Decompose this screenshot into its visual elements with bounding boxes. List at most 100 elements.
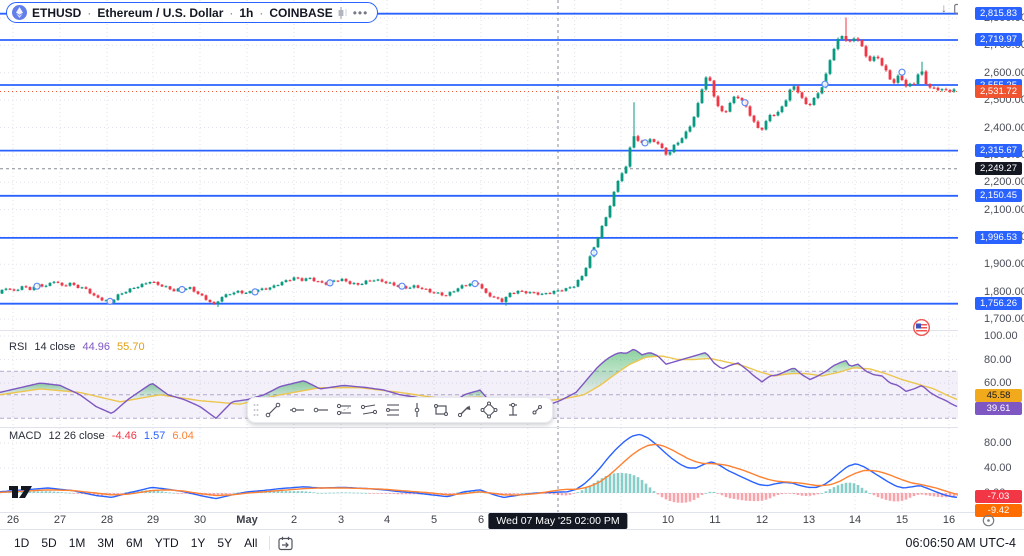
rsi-value: 44.96: [82, 341, 110, 353]
symbol-legend[interactable]: ETHUSD · Ethereum / U.S. Dollar · 1h · C…: [6, 2, 378, 23]
chart-window: ETHUSD · Ethereum / U.S. Dollar · 1h · C…: [0, 0, 1024, 556]
trend-line-icon: [264, 401, 282, 419]
price-level-chip: 1,996.53: [975, 231, 1022, 244]
tool-rotated-rectangle[interactable]: [477, 398, 501, 422]
drawing-toolbar[interactable]: [247, 397, 553, 423]
pane-divider[interactable]: [0, 330, 1024, 331]
rsi-grid-label: 80.00: [984, 354, 1012, 366]
bottom-toolbar: 1D 5D 1M 3M 6M YTD 1Y 5Y All 06:06:50 AM…: [0, 529, 1024, 556]
scroll-down-icon[interactable]: ↓: [941, 1, 947, 15]
tool-disjoint-channel[interactable]: [357, 398, 381, 422]
range-6m[interactable]: 6M: [120, 534, 149, 552]
range-1d[interactable]: 1D: [8, 534, 35, 552]
price-axis[interactable]: 2,800.002,700.002,600.002,500.002,400.00…: [958, 0, 1024, 512]
time-axis-label: 4: [384, 514, 390, 526]
rsi-ma-chip: 45.58: [975, 389, 1022, 402]
tool-parallel-channel[interactable]: [333, 398, 357, 422]
time-axis-label: 6: [478, 514, 484, 526]
parallel-channel-icon: [336, 401, 354, 419]
macd-params: 12 26 close: [48, 430, 104, 442]
time-axis-label: 2: [291, 514, 297, 526]
more-options-button[interactable]: •••: [353, 6, 369, 20]
price-level-chip: 1,756.26: [975, 297, 1022, 310]
macd-indicator-header[interactable]: MACD 12 26 close -4.46 1.57 6.04: [9, 430, 198, 442]
time-axis-label: 14: [849, 514, 861, 526]
tool-trend-line[interactable]: [261, 398, 285, 422]
time-axis-label: 16: [943, 514, 955, 526]
pane-divider[interactable]: [0, 427, 1024, 428]
range-1y[interactable]: 1Y: [185, 534, 212, 552]
time-axis-label: 12: [756, 514, 768, 526]
time-axis[interactable]: Wed 07 May '25 02:00 PM 2627282930May234…: [0, 513, 1024, 529]
macd-value: 1.57: [144, 430, 165, 442]
long-position-icon: [504, 401, 522, 419]
clock-utc[interactable]: 06:06:50 AM UTC-4: [906, 536, 1016, 550]
macd-signal-value: 6.04: [172, 430, 193, 442]
tool-horizontal-line[interactable]: [285, 398, 309, 422]
macd-hist-value: -4.46: [112, 430, 137, 442]
flat-top-bottom-icon: [384, 401, 402, 419]
rsi-params: 14 close: [34, 341, 75, 353]
toolbar-divider: [269, 536, 270, 550]
horizontal-line-icon: [288, 401, 306, 419]
symbol-ticker: ETHUSD: [32, 6, 81, 20]
price-level-chip: 2,150.45: [975, 189, 1022, 202]
rsi-indicator-header[interactable]: RSI 14 close 44.96 55.70: [9, 341, 149, 353]
price-level-chip: 2,719.97: [975, 33, 1022, 46]
macd-grid-label: 80.00: [984, 437, 1012, 449]
time-axis-label: 11: [709, 514, 720, 526]
cross-line-icon: [528, 401, 546, 419]
price-grid-label: 2,400.00: [984, 122, 1024, 134]
price-grid-label: 2,600.00: [984, 67, 1024, 79]
rsi-grid-label: 100.00: [984, 330, 1018, 342]
range-1m[interactable]: 1M: [63, 534, 92, 552]
range-5y[interactable]: 5Y: [211, 534, 238, 552]
time-axis-label: 5: [431, 514, 437, 526]
crosshair-time-tooltip: Wed 07 May '25 02:00 PM: [488, 513, 627, 529]
price-grid-label: 1,800.00: [984, 286, 1024, 298]
symbol-description: Ethereum / U.S. Dollar: [97, 6, 223, 20]
go-to-date-icon[interactable]: [278, 536, 294, 551]
tradingview-logo[interactable]: [8, 483, 38, 499]
time-axis-label: 29: [147, 514, 159, 526]
crosshair-price-chip: 2,249.27: [975, 162, 1022, 175]
timezone-settings-icon[interactable]: [982, 514, 995, 527]
symbol-exchange: COINBASE: [269, 6, 332, 20]
time-axis-label: 13: [803, 514, 815, 526]
last-price-chip: 2,531.72: [975, 85, 1022, 98]
rsi-title: RSI: [9, 341, 27, 353]
rectangle-icon: [432, 401, 450, 419]
tool-long-position[interactable]: [501, 398, 525, 422]
vertical-line-icon: [408, 401, 426, 419]
time-axis-label: May: [236, 514, 257, 526]
rsi-ma-value: 55.70: [117, 341, 145, 353]
ethereum-icon: [12, 5, 27, 20]
arrow-icon: [456, 401, 474, 419]
drag-dots-icon: [253, 403, 259, 417]
rsi-value-chip: 39.61: [975, 402, 1022, 415]
price-grid-label: 1,900.00: [984, 258, 1024, 270]
time-axis-label: 26: [7, 514, 19, 526]
rotated-rectangle-icon: [480, 401, 498, 419]
tool-vertical-line[interactable]: [405, 398, 429, 422]
us-flag-event-icon[interactable]: [913, 319, 930, 336]
tool-cross-line[interactable]: [525, 398, 549, 422]
symbol-interval[interactable]: 1h: [239, 6, 253, 20]
price-grid-label: 2,200.00: [984, 176, 1024, 188]
time-axis-label: 15: [896, 514, 908, 526]
range-5d[interactable]: 5D: [35, 534, 62, 552]
price-grid-label: 2,100.00: [984, 204, 1024, 216]
tool-horizontal-ray[interactable]: [309, 398, 333, 422]
range-3m[interactable]: 3M: [91, 534, 120, 552]
tool-rectangle[interactable]: [429, 398, 453, 422]
candlestick-style-icon[interactable]: [338, 7, 348, 19]
range-ytd[interactable]: YTD: [149, 534, 185, 552]
horizontal-ray-icon: [312, 401, 330, 419]
tool-arrow[interactable]: [453, 398, 477, 422]
time-axis-label: 3: [338, 514, 344, 526]
range-all[interactable]: All: [238, 534, 263, 552]
tool-flat-top-bottom[interactable]: [381, 398, 405, 422]
rsi-grid-label: 60.00: [984, 377, 1012, 389]
toolbar-drag-handle[interactable]: [251, 398, 261, 422]
macd-hist-chip: -7.03: [975, 490, 1022, 503]
